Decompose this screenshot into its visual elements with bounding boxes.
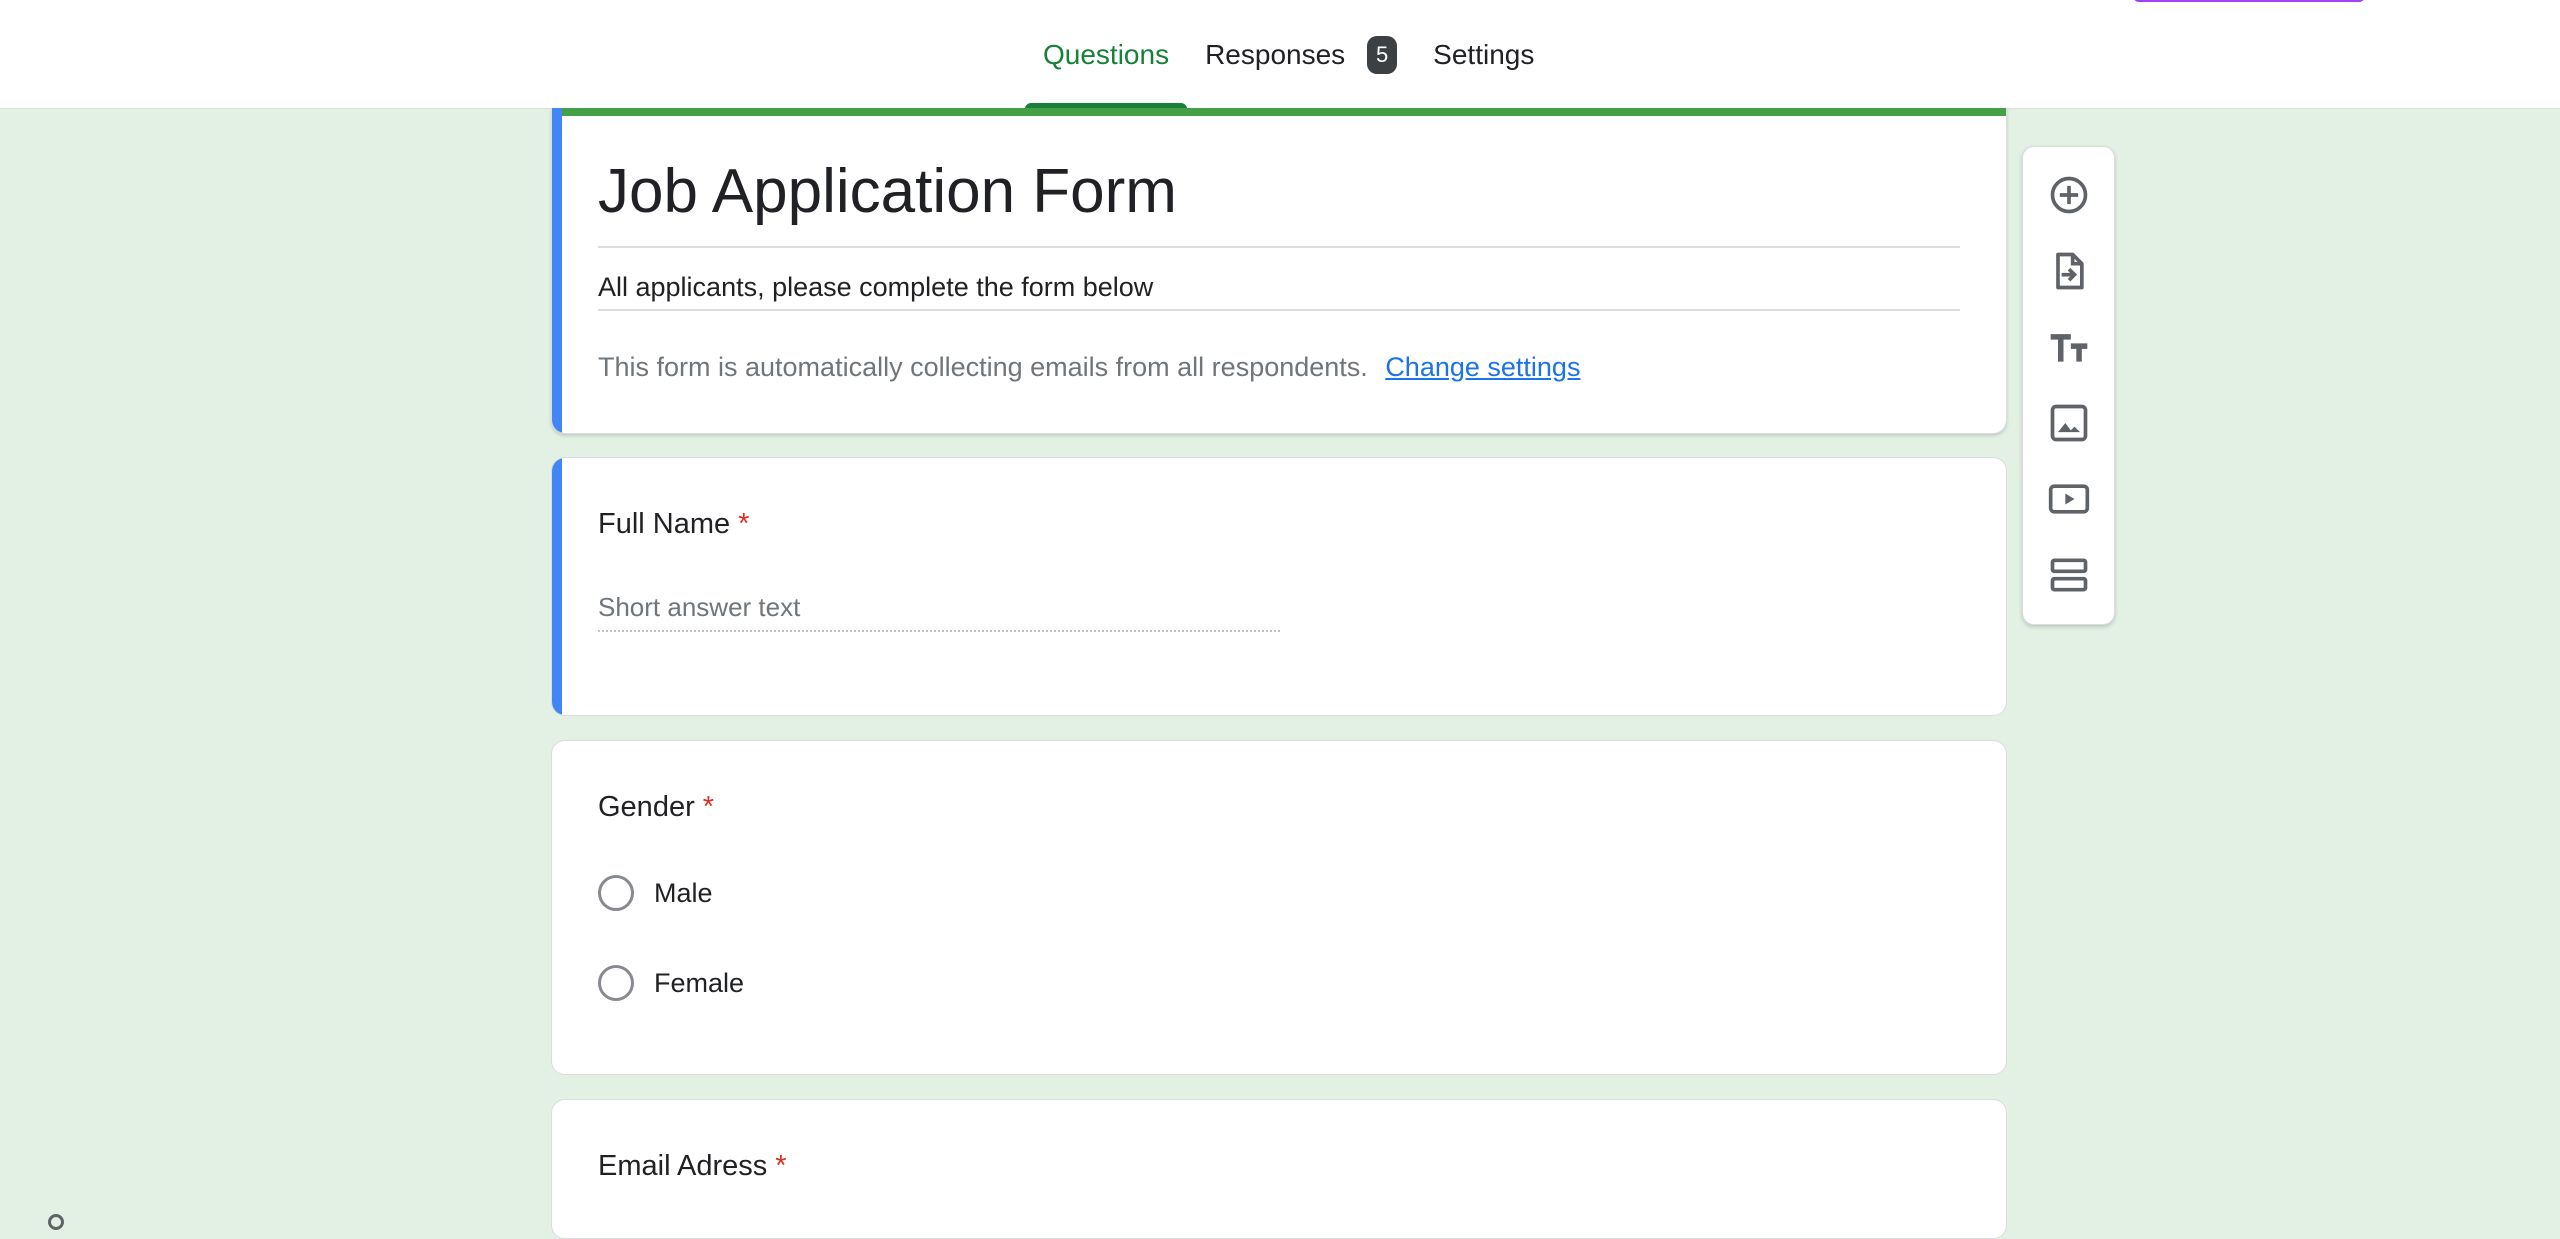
question-title: Full Name * (598, 508, 749, 541)
question-card-full-name[interactable]: Full Name * Short answer text (551, 457, 2007, 716)
selected-indicator (552, 458, 562, 715)
tab-questions-label: Questions (1043, 38, 1170, 70)
radio-option-label: Male (654, 877, 713, 908)
import-questions-icon (2056, 252, 2084, 290)
add-image-button[interactable] (2041, 395, 2097, 451)
change-settings-link[interactable]: Change settings (1385, 352, 1580, 382)
help-button-edge[interactable] (48, 1214, 64, 1230)
add-section-icon (2050, 558, 2088, 592)
tab-strip: Questions Responses 5 Settings (1025, 0, 1552, 109)
question-title: Gender * (598, 791, 714, 824)
description-underline (598, 309, 1960, 311)
import-questions-button[interactable] (2041, 243, 2097, 299)
send-button-edge[interactable] (2133, 0, 2365, 2)
add-title-icon (2050, 334, 2088, 362)
radio-option-label: Female (654, 967, 745, 998)
email-collection-note: This form is automatically collecting em… (598, 352, 1580, 383)
form-description[interactable]: All applicants, please complete the form… (598, 272, 1153, 303)
question-title-text: Gender (598, 791, 695, 823)
radio-option-female[interactable]: Female (598, 965, 744, 1001)
question-title-text: Full Name (598, 508, 731, 540)
add-title-button[interactable] (2041, 319, 2097, 375)
email-collection-text: This form is automatically collecting em… (598, 352, 1368, 382)
tab-settings-label: Settings (1433, 38, 1535, 70)
add-section-button[interactable] (2041, 547, 2097, 603)
radio-circle[interactable] (598, 965, 634, 1001)
header-color-bar (552, 108, 2006, 116)
question-card-gender[interactable]: Gender * Male Female (551, 740, 2007, 1075)
add-question-icon (2050, 176, 2088, 214)
add-video-button[interactable] (2041, 471, 2097, 527)
selected-indicator (552, 108, 562, 433)
short-answer-field: Short answer text (598, 592, 1280, 632)
form-header-card[interactable]: Job Application Form All applicants, ple… (551, 108, 2007, 434)
radio-circle[interactable] (598, 875, 634, 911)
add-video-icon (2048, 484, 2090, 514)
tab-questions[interactable]: Questions (1025, 0, 1188, 109)
responses-count-badge: 5 (1367, 35, 1398, 74)
question-card-email[interactable]: Email Adress * (551, 1099, 2007, 1239)
tab-responses-label: Responses (1205, 38, 1346, 70)
question-title: Email Adress * (598, 1150, 787, 1183)
add-image-icon (2050, 404, 2088, 442)
question-title-text: Email Adress (598, 1150, 768, 1182)
tab-settings[interactable]: Settings (1415, 0, 1552, 109)
top-bar: Questions Responses 5 Settings (0, 0, 2560, 109)
required-asterisk: * (738, 508, 750, 540)
required-asterisk: * (702, 791, 715, 823)
title-underline (598, 246, 1960, 248)
radio-option-male[interactable]: Male (598, 875, 713, 911)
required-asterisk: * (775, 1150, 787, 1182)
add-question-button[interactable] (2041, 167, 2097, 223)
tab-responses[interactable]: Responses 5 (1187, 0, 1415, 109)
form-title[interactable]: Job Application Form (598, 156, 1177, 227)
floating-toolbar (2022, 146, 2115, 625)
